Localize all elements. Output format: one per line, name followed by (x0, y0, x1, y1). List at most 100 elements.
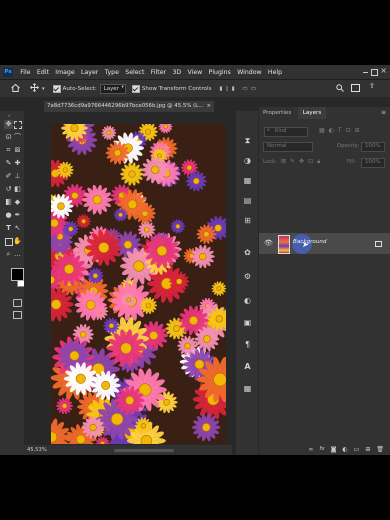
search-icon[interactable] (336, 84, 344, 94)
new-layer-icon[interactable]: ⊞ (365, 446, 370, 453)
hand-icon[interactable]: ✋ (13, 237, 22, 246)
fill-value: 100% (365, 159, 381, 165)
path-select-icon[interactable]: ↖ (13, 224, 22, 233)
patterns-icon[interactable]: ⊞ (242, 215, 253, 226)
flower-photo[interactable] (51, 124, 226, 444)
link-icon[interactable]: ∞ (308, 446, 313, 453)
menu-view[interactable]: View (184, 69, 205, 76)
kind-filter-dropdown[interactable]: ⌕ Kind (264, 127, 308, 137)
history-icon[interactable]: ⧗ (242, 135, 253, 146)
kind-filter-value: Kind (275, 128, 287, 134)
align-icons[interactable]: ▮▯▮ ▭▭ (219, 86, 259, 92)
history-brush-icon[interactable]: ↺ (4, 185, 13, 194)
menu-select[interactable]: Select (122, 69, 147, 76)
gradients-icon[interactable]: ▤ (242, 195, 253, 206)
layer-thumbnail[interactable] (278, 235, 290, 254)
chevron-down-icon[interactable]: ▾ (42, 86, 45, 92)
chevron-down-icon: ▾ (121, 84, 124, 90)
paragraph-icon[interactable]: ¶ (242, 339, 253, 350)
menu-type[interactable]: Type (102, 69, 123, 76)
document-title: 7a8d7736cd9a9766446296b97bce056b.jpg @ 4… (47, 103, 204, 109)
tab-properties[interactable]: Properties (263, 107, 299, 119)
shape-icon[interactable] (4, 237, 13, 246)
show-transform-checkbox[interactable] (131, 84, 140, 93)
character-icon[interactable]: A (242, 361, 253, 372)
eyedropper-icon[interactable]: ✎ (4, 159, 13, 168)
canvas-area[interactable] (24, 113, 232, 445)
move-tool-icon[interactable] (30, 83, 39, 94)
healing-icon[interactable]: ✚ (13, 159, 22, 168)
photoshop-window: Ps File Edit Image Layer Type Select Fil… (0, 65, 390, 455)
quick-mask-icon[interactable] (13, 299, 22, 307)
swatches-icon[interactable]: ▦ (242, 175, 253, 186)
frame-icon[interactable]: ⊠ (13, 146, 22, 155)
fill-field[interactable]: 100% (361, 158, 385, 168)
menu-plugins[interactable]: Plugins (205, 69, 234, 76)
window-close-icon[interactable]: × (380, 66, 387, 75)
layers-bottom-bar: ∞ fx ◙ ◐ ▭ ⊞ 🗑︎ (259, 443, 390, 455)
brush-icon[interactable]: ✐ (4, 172, 13, 181)
menu-file[interactable]: File (17, 69, 34, 76)
layer-name[interactable]: Background (293, 239, 327, 245)
screen-mode-icon[interactable] (13, 311, 22, 319)
zoom-level[interactable]: 45.53% (27, 447, 47, 453)
layer-row-background[interactable]: 👁︎ Background ➤ (259, 233, 390, 254)
lock-icons[interactable]: ⊠✎✥⊡🔒︎ (281, 158, 324, 166)
brushes-icon[interactable]: ✿ (242, 247, 253, 258)
home-icon[interactable] (11, 83, 20, 94)
blend-mode-dropdown[interactable]: Normal (263, 142, 313, 152)
workspace-icon[interactable] (351, 84, 360, 92)
tab-layers[interactable]: Layers (298, 107, 326, 119)
adjustment-icon[interactable]: ◐ (342, 446, 347, 453)
menu-help[interactable]: Help (265, 69, 285, 76)
menu-filter[interactable]: Filter (148, 69, 170, 76)
menu-layer[interactable]: Layer (78, 69, 102, 76)
auto-select-dropdown[interactable]: Layer ▾ (99, 83, 126, 94)
dodge-icon[interactable]: ● (4, 211, 13, 220)
app-logo[interactable]: Ps (3, 67, 13, 77)
menu-window[interactable]: Window (234, 69, 265, 76)
glyphs-icon[interactable]: ▦ (242, 383, 253, 394)
gradient-icon[interactable] (4, 198, 13, 207)
opacity-label: Opacity: (337, 143, 360, 149)
pen-icon[interactable]: ✒ (13, 211, 22, 220)
blur-icon[interactable]: ◆ (13, 198, 22, 207)
adjustments-icon[interactable]: ⚙ (242, 271, 253, 282)
type-icon[interactable]: T (4, 224, 13, 233)
close-tab-icon[interactable]: × (206, 101, 211, 112)
document-tab[interactable]: 7a8d7736cd9a9766446296b97bce056b.jpg @ 4… (44, 101, 214, 112)
eye-icon[interactable]: 👁︎ (264, 239, 273, 247)
panel-menu-icon[interactable]: ≡ (381, 109, 386, 116)
lock-icon[interactable] (375, 241, 382, 247)
channels-icon[interactable]: ▣ (242, 317, 253, 328)
stamp-icon[interactable]: ⊥ (13, 172, 22, 181)
group-icon[interactable]: ▭ (354, 446, 360, 453)
more-tools-icon[interactable]: … (13, 250, 22, 259)
opacity-field[interactable]: 100% (361, 142, 385, 152)
window-restore-icon[interactable] (371, 69, 378, 76)
horizontal-scrollbar[interactable] (114, 449, 174, 452)
quick-select-icon[interactable]: ⌒ (13, 133, 22, 142)
auto-select-value: Layer (103, 85, 119, 92)
foreground-color-swatch[interactable] (11, 268, 24, 281)
zoom-icon[interactable]: ⌕ (4, 250, 13, 259)
toolbar-collapse-icon[interactable]: » (8, 113, 10, 118)
lasso-icon[interactable]: ᘏ (4, 133, 13, 142)
crop-icon[interactable]: ⌗ (4, 146, 13, 155)
move-icon[interactable]: ✥ (4, 120, 13, 129)
show-transform-label: Show Transform Controls (141, 85, 212, 92)
fx-icon[interactable]: fx (319, 446, 324, 452)
share-icon[interactable]: ⇪ (369, 82, 375, 90)
eraser-icon[interactable]: ◧ (13, 185, 22, 194)
color-icon[interactable]: ◑ (242, 155, 253, 166)
marquee-icon[interactable] (13, 120, 22, 129)
menu-image[interactable]: Image (52, 69, 78, 76)
window-minimize-icon[interactable] (363, 72, 368, 74)
mask-icon[interactable]: ◙ (331, 446, 337, 453)
styles-icon[interactable]: ◐ (242, 295, 253, 306)
trash-icon[interactable]: 🗑︎ (376, 446, 384, 453)
menu-edit[interactable]: Edit (34, 69, 52, 76)
auto-select-checkbox[interactable] (52, 84, 61, 93)
menu-3d[interactable]: 3D (169, 69, 184, 76)
filter-icons[interactable]: ▦◐T⊡⊞ (319, 127, 364, 134)
